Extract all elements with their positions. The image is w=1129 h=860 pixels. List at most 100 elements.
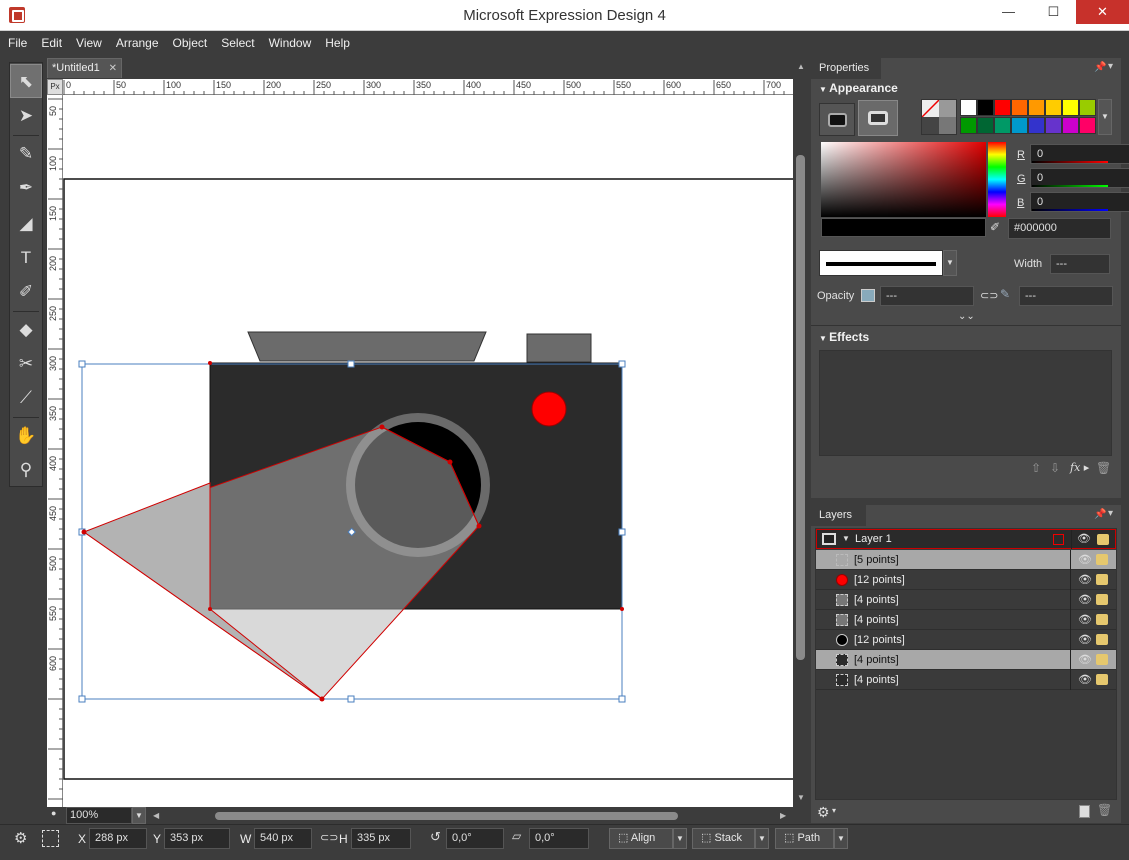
panel-menu-icon[interactable]: ▾: [1108, 61, 1113, 72]
eye-icon[interactable]: 👁: [1076, 550, 1094, 570]
expand-chevron-icon[interactable]: ⌄⌄: [958, 311, 975, 322]
properties-tab[interactable]: Properties: [811, 58, 881, 79]
anchor-point[interactable]: [620, 607, 624, 611]
color-swatch[interactable]: [1028, 117, 1045, 134]
direct-select-icon[interactable]: ➤: [10, 99, 42, 133]
anchor-point[interactable]: [379, 424, 385, 430]
settings-gear-icon[interactable]: ⚙: [14, 829, 27, 847]
color-swatch[interactable]: [1011, 117, 1028, 134]
eye-icon[interactable]: 👁: [1076, 650, 1094, 670]
color-swatch[interactable]: [1062, 99, 1079, 116]
eye-icon[interactable]: 👁: [1076, 670, 1094, 690]
height-field[interactable]: 335 px: [351, 828, 411, 849]
width-field[interactable]: ---: [1050, 254, 1110, 274]
path-dropdown-icon[interactable]: ▼: [834, 828, 848, 849]
delete-effect-icon[interactable]: 🗑: [1096, 461, 1111, 475]
layer-name[interactable]: Layer 1: [855, 530, 892, 549]
reference-point-icon[interactable]: [42, 830, 59, 847]
align-dropdown-icon[interactable]: ▼: [673, 828, 687, 849]
rotation-field[interactable]: 0,0°: [446, 828, 504, 849]
horizontal-scroll-thumb[interactable]: [215, 812, 678, 820]
camera-flash-shape[interactable]: [526, 333, 592, 363]
color-swatch[interactable]: [994, 117, 1011, 134]
pin-icon[interactable]: 📌: [1094, 62, 1106, 73]
menu-arrange[interactable]: Arrange: [108, 31, 165, 55]
polygon-icon[interactable]: ◢: [10, 207, 42, 241]
color-swatch[interactable]: [994, 99, 1011, 116]
eyedropper-sample-icon[interactable]: ✐: [990, 220, 1000, 234]
red-button-shape[interactable]: [531, 391, 567, 427]
color-swatch[interactable]: [1079, 117, 1096, 134]
x-field[interactable]: 288 px: [89, 828, 147, 849]
opacity-brush-icon[interactable]: ✎: [1000, 287, 1010, 301]
selection-handle[interactable]: [78, 360, 86, 368]
stroke-style-dropdown-icon[interactable]: ▼: [943, 250, 957, 276]
color-swatch[interactable]: [960, 99, 977, 116]
layer-item[interactable]: [5 points] 👁: [816, 550, 1116, 570]
zoom-field[interactable]: 100%: [66, 807, 132, 824]
effects-header[interactable]: Effects: [819, 330, 869, 344]
selection-handle[interactable]: [618, 360, 626, 368]
fill-mode-button[interactable]: [819, 103, 855, 136]
scissors-icon[interactable]: ✂: [10, 347, 42, 381]
minimize-button[interactable]: —: [986, 0, 1031, 24]
opacity-link-icon[interactable]: ⊂⊃: [980, 289, 998, 302]
artboard[interactable]: [63, 95, 793, 807]
anchor-point[interactable]: [447, 459, 453, 465]
lock-icon[interactable]: [1096, 634, 1108, 645]
layer-item[interactable]: [4 points] 👁: [816, 650, 1116, 670]
anchor-point[interactable]: [81, 529, 87, 535]
anchor-point[interactable]: [476, 523, 482, 529]
selection-handle[interactable]: [347, 360, 355, 368]
no-color-swatch[interactable]: [921, 99, 957, 135]
stack-dropdown-icon[interactable]: ▼: [755, 828, 769, 849]
color-swatch[interactable]: [1045, 117, 1062, 134]
link-icon[interactable]: ⊂⊃: [320, 831, 338, 844]
appearance-header[interactable]: Appearance: [819, 81, 898, 95]
menu-select[interactable]: Select: [213, 31, 260, 55]
layer-item[interactable]: [4 points] 👁: [816, 610, 1116, 630]
eye-icon[interactable]: 👁: [1076, 630, 1094, 650]
anchor-point[interactable]: [208, 607, 212, 611]
selection-handle[interactable]: [347, 695, 355, 703]
opacity-field-secondary[interactable]: ---: [1019, 286, 1113, 306]
layer-header-row[interactable]: ▼ Layer 1 👁: [816, 529, 1116, 549]
color-swatch[interactable]: [1045, 99, 1062, 116]
color-swatch[interactable]: [1028, 99, 1045, 116]
close-tab-icon[interactable]: ✕: [109, 59, 117, 78]
stroke-style-select[interactable]: [819, 250, 943, 276]
eye-icon[interactable]: 👁: [1076, 590, 1094, 610]
maximize-button[interactable]: ☐: [1031, 0, 1076, 24]
new-layer-icon[interactable]: [1079, 805, 1090, 818]
eye-icon[interactable]: 👁: [1076, 570, 1094, 590]
color-swatch[interactable]: [960, 117, 977, 134]
lock-icon[interactable]: [1096, 554, 1108, 565]
hex-field[interactable]: #000000: [1008, 218, 1111, 239]
skew-field[interactable]: 0,0°: [529, 828, 589, 849]
align-button[interactable]: ⬚ Align: [609, 828, 673, 849]
layer-item[interactable]: [4 points] 👁: [816, 590, 1116, 610]
layer-item[interactable]: [12 points] 👁: [816, 630, 1116, 650]
swatch-dropdown-icon[interactable]: ▼: [1098, 99, 1112, 135]
menu-view[interactable]: View: [68, 31, 108, 55]
b-slider[interactable]: [1032, 209, 1108, 211]
zoom-icon[interactable]: ⚲: [10, 453, 42, 487]
color-swatch[interactable]: [1062, 117, 1079, 134]
anchor-point[interactable]: [319, 696, 325, 702]
stack-button[interactable]: ⬚ Stack: [692, 828, 755, 849]
scroll-down-icon[interactable]: ▼: [797, 793, 805, 802]
color-swatch[interactable]: [1011, 99, 1028, 116]
menu-object[interactable]: Object: [165, 31, 214, 55]
layers-pin-icon[interactable]: 📌: [1094, 509, 1106, 520]
eyedropper-icon[interactable]: ✐: [10, 275, 42, 309]
lock-icon[interactable]: [1096, 654, 1108, 665]
camera-top-shape[interactable]: [247, 331, 487, 362]
menu-edit[interactable]: Edit: [33, 31, 68, 55]
text-icon[interactable]: T: [10, 241, 42, 275]
color-swatch[interactable]: [1079, 99, 1096, 116]
scroll-right-icon[interactable]: ▶: [780, 811, 786, 820]
selection-handle[interactable]: [618, 695, 626, 703]
layers-settings-dropdown-icon[interactable]: ▾: [832, 806, 836, 815]
layer-item[interactable]: [4 points] 👁: [816, 670, 1116, 690]
path-button[interactable]: ⬚ Path: [775, 828, 834, 849]
